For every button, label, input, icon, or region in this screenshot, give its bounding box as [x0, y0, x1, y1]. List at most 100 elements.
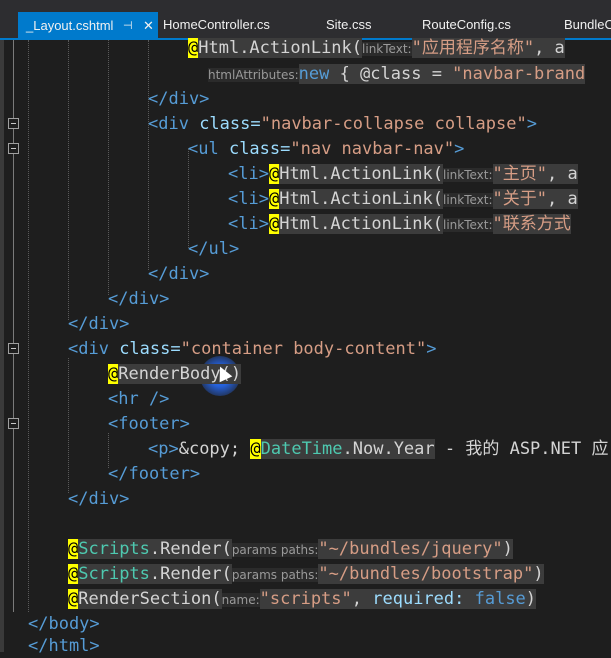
- close-icon[interactable]: ✕: [143, 12, 154, 40]
- code-string: "scripts": [259, 589, 352, 609]
- code-text: - 我的 ASP.NET 应: [434, 439, 609, 459]
- collapse-icon[interactable]: [8, 143, 19, 154]
- parameter-hint: name:: [221, 593, 260, 607]
- code-line[interactable]: @Html.ActionLink(linkText:"应用程序名称", a: [188, 36, 565, 60]
- tab-label: Site.css: [326, 17, 372, 32]
- code-line[interactable]: </ul>: [188, 237, 239, 261]
- parameter-hint: linkText:: [442, 168, 493, 182]
- code-line[interactable]: @Scripts.Render(params paths:"~/bundles/…: [68, 537, 513, 561]
- code-line[interactable]: </div>: [68, 487, 129, 511]
- code-line[interactable]: </div>: [148, 87, 209, 111]
- tab-bundleconfig[interactable]: BundleC: [564, 12, 611, 38]
- razor-marker: @: [188, 38, 199, 58]
- code-token: ): [525, 589, 537, 609]
- html-attribute: class=: [188, 114, 261, 134]
- tab-homecontroller[interactable]: HomeController.cs: [163, 12, 270, 38]
- code-line[interactable]: <li>@Html.ActionLink(linkText:"主页", a: [228, 162, 578, 186]
- code-token: ,: [351, 589, 373, 609]
- tab-label: HomeController.cs: [163, 17, 270, 32]
- pin-icon[interactable]: ⊣: [123, 12, 133, 40]
- code-token: (: [432, 214, 443, 234]
- html-tag: <p>: [148, 439, 179, 459]
- code-line[interactable]: <p>&copy; @DateTime.Now.Year - 我的 ASP.NE…: [148, 437, 608, 461]
- code-type: Scripts: [78, 539, 150, 559]
- razor-marker: @: [108, 364, 119, 384]
- collapse-icon[interactable]: [8, 118, 19, 129]
- code-line[interactable]: <footer>: [108, 412, 190, 436]
- code-token: { @class =: [329, 64, 453, 84]
- code-string: "应用程序名称": [411, 38, 535, 58]
- code-keyword: new: [298, 64, 330, 84]
- code-line[interactable]: @RenderSection(name:"scripts", required:…: [68, 587, 537, 611]
- code-line[interactable]: @Scripts.Render(params paths:"~/bundles/…: [68, 562, 544, 586]
- code-keyword: false: [464, 589, 526, 609]
- code-token: RenderSection: [78, 589, 212, 609]
- code-editor[interactable]: @Html.ActionLink(linkText:"应用程序名称", a ht…: [0, 38, 611, 656]
- code-line[interactable]: <div class="container body-content">: [68, 337, 437, 361]
- parameter-hint: params paths:: [231, 568, 319, 582]
- code-token: Html.ActionLink: [279, 189, 433, 209]
- code-token: .Render: [149, 539, 222, 559]
- code-token: .Now.Year: [342, 439, 435, 459]
- code-line[interactable]: </html>: [28, 634, 100, 658]
- collapse-icon[interactable]: [8, 343, 19, 354]
- code-string: "navbar-brand: [452, 64, 586, 84]
- indent-guide: [28, 40, 29, 612]
- code-token: Html.ActionLink: [279, 214, 433, 234]
- tab-site-css[interactable]: Site.css: [326, 12, 372, 38]
- code-line[interactable]: </body>: [28, 612, 100, 636]
- code-line[interactable]: </div>: [108, 287, 169, 311]
- code-token: (: [351, 38, 363, 58]
- code-token: (: [432, 164, 443, 184]
- html-attribute: class=: [218, 139, 291, 159]
- code-string: "联系方式: [492, 214, 571, 234]
- code-line[interactable]: </footer>: [108, 462, 200, 486]
- html-entity: &copy;: [178, 439, 251, 459]
- document-tab-strip: _Layout.cshtml ⊣ ✕ HomeController.cs Sit…: [0, 0, 611, 40]
- code-line[interactable]: </div>: [148, 262, 209, 286]
- code-line[interactable]: htmlAttributes:new { @class = "navbar-br…: [208, 62, 586, 86]
- razor-marker: @: [250, 439, 261, 459]
- parameter-hint: htmlAttributes:: [208, 68, 299, 82]
- code-line[interactable]: <li>@Html.ActionLink(linkText:"联系方式: [228, 212, 571, 236]
- collapse-icon[interactable]: [8, 418, 19, 429]
- code-string: "~/bundles/jquery": [318, 539, 503, 559]
- indent-guide: [68, 358, 69, 493]
- razor-marker: @: [268, 164, 280, 184]
- tab-label: RouteConfig.cs: [422, 17, 511, 32]
- code-token: , a: [547, 164, 578, 184]
- code-token: ): [533, 564, 544, 584]
- code-line[interactable]: <hr />: [108, 387, 169, 411]
- razor-marker: @: [68, 539, 79, 559]
- code-type: DateTime: [260, 439, 343, 459]
- code-line[interactable]: </div>: [68, 312, 129, 336]
- code-line[interactable]: <div class="navbar-collapse collapse">: [148, 112, 537, 136]
- code-line[interactable]: <li>@Html.ActionLink(linkText:"关于", a: [228, 187, 578, 211]
- indent-guide: [188, 148, 189, 248]
- selection-margin: [0, 40, 4, 652]
- html-tag: <li>: [228, 214, 269, 234]
- code-token: (: [432, 189, 443, 209]
- code-string: "~/bundles/bootstrap": [318, 564, 534, 584]
- code-string: "关于": [492, 189, 548, 209]
- html-tag: <ul: [188, 139, 219, 159]
- code-line[interactable]: <ul class="nav navbar-nav">: [188, 137, 464, 161]
- razor-marker: @: [268, 214, 280, 234]
- code-token: ): [502, 539, 513, 559]
- parameter-hint: linkText:: [362, 42, 412, 56]
- razor-marker: @: [268, 189, 280, 209]
- code-string: "主页": [492, 164, 548, 184]
- html-tag: <li>: [228, 189, 269, 209]
- html-tag: >: [426, 339, 437, 359]
- indent-guide: [68, 40, 69, 320]
- tab-routeconfig[interactable]: RouteConfig.cs: [422, 12, 511, 38]
- tab-layout-cshtml[interactable]: _Layout.cshtml ⊣ ✕: [18, 12, 158, 40]
- code-token: Html.ActionLink: [198, 38, 352, 58]
- code-token: , a: [547, 189, 578, 209]
- html-tag: >: [454, 139, 465, 159]
- code-token: RenderBody: [118, 364, 221, 384]
- razor-marker: @: [68, 564, 79, 584]
- code-type: Scripts: [78, 564, 150, 584]
- parameter-hint: linkText:: [442, 193, 493, 207]
- code-token: (: [221, 539, 232, 559]
